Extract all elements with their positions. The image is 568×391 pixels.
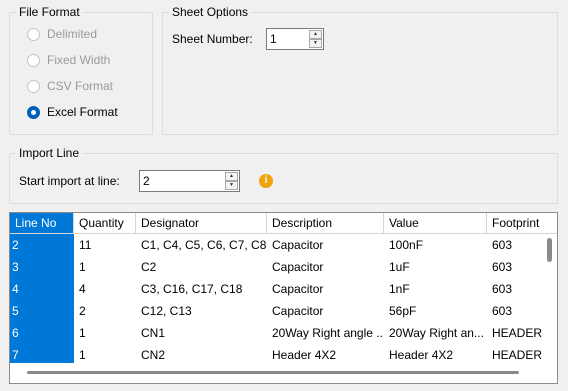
sheet-number-value[interactable]: 1 <box>270 31 277 47</box>
cell-footprint[interactable]: HEADER I <box>487 322 542 344</box>
sheet-number-label: Sheet Number: <box>172 32 253 46</box>
cell-quantity[interactable]: 1 <box>74 256 136 278</box>
table-row[interactable]: 6 1 CN1 20Way Right angle ... 20Way Righ… <box>10 322 557 344</box>
table-row[interactable]: 5 2 C12, C13 Capacitor 56pF 603 <box>10 300 557 322</box>
cell-footprint[interactable]: 603 <box>487 278 542 300</box>
start-import-label: Start import at line: <box>19 174 120 188</box>
cell-line-no[interactable]: 4 <box>10 278 74 300</box>
header-quantity[interactable]: Quantity <box>74 213 136 234</box>
cell-line-no[interactable]: 3 <box>10 256 74 278</box>
radio-fixed-width-label: Fixed Width <box>47 53 111 67</box>
cell-description[interactable]: Capacitor <box>267 234 384 256</box>
sheet-number-spinner[interactable]: 1 ▲ ▼ <box>266 28 324 50</box>
start-line-value[interactable]: 2 <box>143 173 150 189</box>
sheet-number-spin-buttons: ▲ ▼ <box>309 30 322 48</box>
cell-value[interactable]: 1uF <box>384 256 487 278</box>
import-line-title: Import Line <box>16 145 83 161</box>
cell-description[interactable]: Capacitor <box>267 278 384 300</box>
table-row[interactable]: 2 11 C1, C4, C5, C6, C7, C8... Capacitor… <box>10 234 557 256</box>
grid-header: Line No Quantity Designator Description … <box>10 213 557 234</box>
header-line-no[interactable]: Line No <box>10 213 74 234</box>
vertical-scroll-thumb[interactable] <box>547 238 552 262</box>
info-icon[interactable]: i <box>259 174 273 188</box>
cell-description[interactable]: 20Way Right angle ... <box>267 322 384 344</box>
preview-grid[interactable]: Line No Quantity Designator Description … <box>9 212 558 384</box>
vertical-scrollbar[interactable] <box>542 234 557 363</box>
cell-footprint[interactable]: 603 <box>487 256 542 278</box>
radio-csv-format-circle[interactable] <box>27 79 40 93</box>
radio-delimited[interactable]: Delimited <box>27 25 97 43</box>
radio-fixed-width[interactable]: Fixed Width <box>27 51 110 69</box>
table-row[interactable]: 3 1 C2 Capacitor 1uF 603 <box>10 256 557 278</box>
cell-description[interactable]: Capacitor <box>267 256 384 278</box>
cell-line-no[interactable]: 2 <box>10 234 74 256</box>
header-description[interactable]: Description <box>267 213 384 234</box>
radio-excel-format[interactable]: Excel Format <box>27 103 118 121</box>
horizontal-scrollbar[interactable] <box>10 363 557 383</box>
cell-designator[interactable]: C12, C13 <box>136 300 267 322</box>
start-line-spinner[interactable]: 2 ▲ ▼ <box>139 170 240 192</box>
horizontal-scroll-thumb[interactable] <box>27 371 519 374</box>
spin-down-button[interactable]: ▼ <box>225 181 238 190</box>
cell-footprint[interactable]: 603 <box>487 300 542 322</box>
spin-down-button[interactable]: ▼ <box>309 39 322 48</box>
radio-delimited-label: Delimited <box>47 27 98 41</box>
radio-excel-format-label: Excel Format <box>47 105 118 119</box>
cell-designator[interactable]: C3, C16, C17, C18 <box>136 278 267 300</box>
spin-up-button[interactable]: ▲ <box>309 30 322 39</box>
header-designator[interactable]: Designator <box>136 213 267 234</box>
radio-csv-format-label: CSV Format <box>47 79 114 93</box>
cell-quantity[interactable]: 4 <box>74 278 136 300</box>
cell-designator[interactable]: CN1 <box>136 322 267 344</box>
spin-up-button[interactable]: ▲ <box>225 172 238 181</box>
cell-line-no[interactable]: 6 <box>10 322 74 344</box>
radio-csv-format[interactable]: CSV Format <box>27 77 113 95</box>
file-format-title: File Format <box>16 4 83 20</box>
cell-value[interactable]: 1nF <box>384 278 487 300</box>
header-value[interactable]: Value <box>384 213 487 234</box>
start-line-spin-buttons: ▲ ▼ <box>225 172 238 190</box>
sheet-options-title: Sheet Options <box>169 4 252 20</box>
cell-description[interactable]: Capacitor <box>267 300 384 322</box>
cell-value[interactable]: 56pF <box>384 300 487 322</box>
radio-delimited-circle[interactable] <box>27 27 40 41</box>
radio-excel-format-circle[interactable] <box>27 105 40 119</box>
header-footprint[interactable]: Footprint <box>487 213 557 234</box>
cell-designator[interactable]: C1, C4, C5, C6, C7, C8... <box>136 234 267 256</box>
cell-value[interactable]: 20Way Right an... <box>384 322 487 344</box>
cell-quantity[interactable]: 11 <box>74 234 136 256</box>
cell-footprint[interactable]: 603 <box>487 234 542 256</box>
radio-fixed-width-circle[interactable] <box>27 53 40 67</box>
cell-designator[interactable]: C2 <box>136 256 267 278</box>
cell-quantity[interactable]: 1 <box>74 322 136 344</box>
cell-quantity[interactable]: 2 <box>74 300 136 322</box>
cell-line-no[interactable]: 5 <box>10 300 74 322</box>
table-row[interactable]: 4 4 C3, C16, C17, C18 Capacitor 1nF 603 <box>10 278 557 300</box>
cell-value[interactable]: 100nF <box>384 234 487 256</box>
